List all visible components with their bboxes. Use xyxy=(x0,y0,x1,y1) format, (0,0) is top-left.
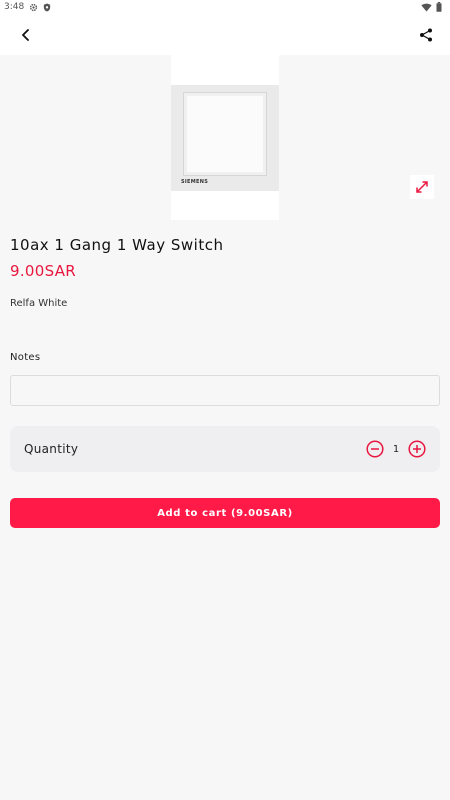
quantity-card: Quantity 1 xyxy=(10,426,440,472)
share-icon xyxy=(420,28,432,41)
wifi-icon xyxy=(421,3,432,12)
notes-input[interactable] xyxy=(10,375,440,406)
product-title: 10ax 1 Gang 1 Way Switch xyxy=(10,236,224,254)
decrement-button[interactable] xyxy=(366,440,384,458)
app-bar xyxy=(0,14,450,55)
product-gallery: SIEMENS xyxy=(0,55,450,220)
quantity-value: 1 xyxy=(392,443,400,455)
status-right xyxy=(421,2,442,12)
back-button[interactable] xyxy=(16,25,36,45)
minus-circle-icon xyxy=(366,440,384,458)
brand-logo: SIEMENS xyxy=(181,178,209,185)
status-left: 3:48 xyxy=(4,2,51,12)
product-price: 9.00SAR xyxy=(10,262,76,280)
gear-icon xyxy=(30,3,38,11)
expand-icon xyxy=(416,181,428,193)
quantity-label: Quantity xyxy=(24,442,79,456)
product-variant: Relfa White xyxy=(10,298,68,309)
status-time: 3:48 xyxy=(4,2,25,12)
add-to-cart-button[interactable]: Add to cart (9.00SAR) xyxy=(10,498,440,528)
shield-icon xyxy=(44,2,51,12)
notes-label: Notes xyxy=(10,352,41,363)
share-button[interactable] xyxy=(416,25,436,45)
switch-plate xyxy=(183,91,267,176)
increment-button[interactable] xyxy=(408,440,426,458)
product-image[interactable]: SIEMENS xyxy=(171,55,279,220)
back-arrow-icon xyxy=(22,28,29,41)
zoom-button[interactable] xyxy=(410,175,434,199)
status-bar: 3:48 xyxy=(0,0,450,14)
plus-circle-icon xyxy=(408,440,426,458)
battery-icon xyxy=(436,2,442,12)
switch-photo: SIEMENS xyxy=(171,84,279,191)
quantity-stepper: 1 xyxy=(366,440,426,458)
